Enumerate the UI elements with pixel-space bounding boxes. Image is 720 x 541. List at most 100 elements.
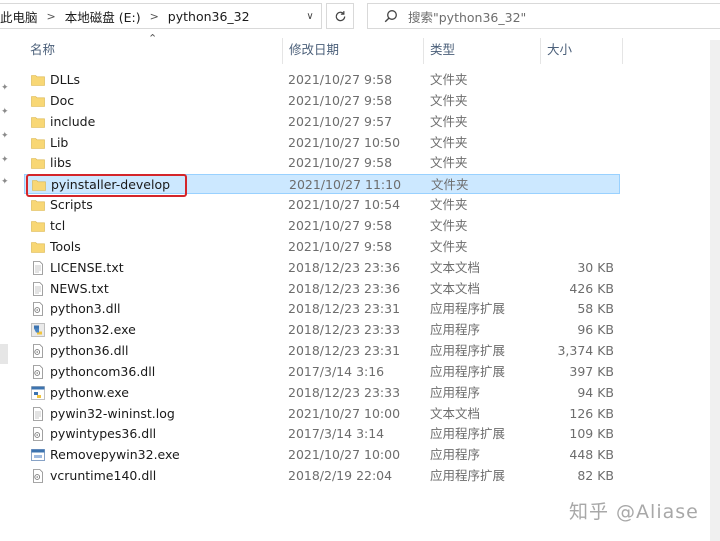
breadcrumb-drive-e[interactable]: 本地磁盘 (E:) — [65, 7, 141, 26]
breadcrumb-python36-32[interactable]: python36_32 — [168, 9, 250, 24]
file-name: pyinstaller-develop — [51, 177, 171, 193]
folder-icon — [32, 178, 46, 192]
file-row[interactable]: pywintypes36.dll 2017/3/14 3:14 应用程序扩展 109 … — [24, 424, 620, 444]
file-row[interactable]: vcruntime140.dll 2018/2/19 22:04 应用程序扩展 82 … — [24, 466, 620, 486]
file-date: 2021/10/27 9:58 — [288, 92, 393, 108]
nav-pane-scroll[interactable] — [0, 344, 8, 364]
file-row[interactable]: python3.dll 2018/12/23 23:31 应用程序扩展 58 KB — [24, 299, 620, 319]
column-size[interactable]: 大小 — [541, 38, 623, 64]
file-name: pywintypes36.dll — [50, 426, 157, 442]
chevron-right-icon[interactable]: > — [150, 10, 159, 23]
file-row[interactable]: python36.dll 2018/12/23 23:31 应用程序扩展 3,374 … — [24, 341, 620, 361]
file-row[interactable]: pythoncom36.dll 2017/3/14 3:16 应用程序扩展 397 K… — [24, 362, 620, 382]
file-row[interactable]: include 2021/10/27 9:57 文件夹 — [24, 112, 620, 132]
file-date: 2021/10/27 10:00 — [288, 447, 401, 463]
file-row[interactable]: LICENSE.txt 2018/12/23 23:36 文本文档 30 KB — [24, 258, 620, 278]
file-type: 应用程序 — [430, 384, 481, 400]
column-name[interactable]: 名称 — [24, 38, 283, 64]
file-row[interactable]: pyinstaller-develop 2021/10/27 11:10 文件夹 — [24, 174, 620, 195]
file-name: Scripts — [50, 197, 93, 213]
installer-exe-icon — [31, 448, 45, 462]
file-type: 应用程序 — [430, 322, 481, 338]
search-box[interactable]: 搜索"python36_32" — [367, 3, 720, 29]
file-date: 2021/10/27 9:58 — [288, 238, 393, 254]
file-date: 2018/12/23 23:36 — [288, 259, 401, 275]
chevron-right-icon[interactable]: > — [47, 10, 56, 23]
file-date: 2018/12/23 23:36 — [288, 280, 401, 296]
file-row[interactable]: Tools 2021/10/27 9:58 文件夹 — [24, 237, 620, 257]
refresh-icon — [335, 10, 345, 21]
folder-icon — [31, 73, 45, 87]
file-type: 文件夹 — [430, 72, 468, 87]
column-date[interactable]: 修改日期 — [283, 38, 424, 64]
pin-icon: ✦ — [1, 131, 9, 141]
file-row[interactable]: Lib 2021/10/27 10:50 文件夹 — [24, 133, 620, 153]
file-type: 文件夹 — [430, 134, 468, 150]
column-header: ⌃ 名称 修改日期 类型 大小 — [0, 32, 720, 64]
file-name: python36.dll — [50, 343, 129, 359]
file-size: 30 KB — [577, 259, 614, 275]
search-input[interactable]: 搜索"python36_32" — [408, 7, 526, 26]
file-name: python3.dll — [50, 301, 121, 317]
file-date: 2018/12/23 23:33 — [288, 322, 401, 338]
file-name: python32.exe — [50, 322, 136, 338]
file-row[interactable]: python32.exe 2018/12/23 23:33 应用程序 96 KB — [24, 320, 620, 340]
file-name: pywin32-wininst.log — [50, 405, 175, 421]
file-name: Lib — [50, 134, 69, 150]
file-type: 应用程序 — [430, 447, 481, 463]
file-size: 397 KB — [569, 363, 614, 379]
file-date: 2021/10/27 11:10 — [289, 177, 402, 193]
folder-icon — [31, 240, 45, 254]
file-row[interactable]: libs 2021/10/27 9:58 文件夹 — [24, 153, 620, 173]
pin-icon: ✦ — [1, 177, 9, 187]
folder-icon — [31, 115, 45, 129]
text-file-icon — [31, 406, 45, 421]
file-size: 3,374 KB — [557, 343, 614, 359]
file-type: 文件夹 — [430, 197, 468, 213]
file-date: 2018/12/23 23:31 — [288, 343, 401, 359]
file-row[interactable]: DLLs 2021/10/27 9:58 文件夹 — [24, 70, 620, 90]
file-name: NEWS.txt — [50, 280, 109, 296]
address-bar[interactable]: 此电脑 > 本地磁盘 (E:) > python36_32 ∨ — [0, 3, 322, 29]
file-date: 2021/10/27 9:58 — [288, 72, 393, 87]
file-date: 2021/10/27 9:57 — [288, 113, 393, 129]
file-row[interactable]: pywin32-wininst.log 2021/10/27 10:00 文本文档 1… — [24, 404, 620, 424]
file-name: LICENSE.txt — [50, 259, 124, 275]
file-date: 2018/12/23 23:31 — [288, 301, 401, 317]
folder-icon — [31, 94, 45, 108]
file-row[interactable]: Removepywin32.exe 2021/10/27 10:00 应用程序 448… — [24, 445, 620, 465]
file-size: 82 KB — [577, 468, 614, 484]
file-row[interactable]: pythonw.exe 2018/12/23 23:33 应用程序 94 KB — [24, 383, 620, 403]
file-name: Removepywin32.exe — [50, 447, 180, 463]
chevron-down-icon[interactable]: ∨ — [299, 4, 321, 28]
file-date: 2021/10/27 9:58 — [288, 217, 393, 233]
file-type: 应用程序扩展 — [430, 363, 506, 379]
vertical-scrollbar[interactable] — [710, 40, 720, 541]
folder-icon — [31, 136, 45, 150]
file-type: 文件夹 — [430, 155, 468, 171]
breadcrumb-this-pc[interactable]: 此电脑 — [0, 7, 38, 26]
file-type: 文件夹 — [430, 238, 468, 254]
folder-icon — [31, 156, 45, 170]
file-date: 2018/12/23 23:33 — [288, 384, 401, 400]
column-type[interactable]: 类型 — [424, 38, 541, 64]
file-row[interactable]: NEWS.txt 2018/12/23 23:36 文本文档 426 KB — [24, 279, 620, 299]
file-type: 文件夹 — [430, 217, 468, 233]
file-name: Tools — [50, 238, 81, 254]
file-type: 应用程序扩展 — [430, 343, 506, 359]
file-size: 426 KB — [569, 280, 614, 296]
file-size: 126 KB — [569, 405, 614, 421]
dll-file-icon — [31, 302, 45, 317]
file-date: 2021/10/27 9:58 — [288, 155, 393, 171]
nav-pane-edge: ✦ ✦ ✦ ✦ ✦ — [0, 64, 10, 541]
file-date: 2017/3/14 3:14 — [288, 426, 385, 442]
text-file-icon — [31, 281, 45, 296]
file-row[interactable]: Doc 2021/10/27 9:58 文件夹 — [24, 91, 620, 111]
refresh-button[interactable] — [326, 3, 354, 29]
file-type: 应用程序扩展 — [430, 468, 506, 484]
pin-icon: ✦ — [1, 155, 9, 165]
file-name: include — [50, 113, 96, 129]
file-type: 应用程序扩展 — [430, 426, 506, 442]
file-row[interactable]: Scripts 2021/10/27 10:54 文件夹 — [24, 195, 620, 215]
file-row[interactable]: tcl 2021/10/27 9:58 文件夹 — [24, 216, 620, 236]
